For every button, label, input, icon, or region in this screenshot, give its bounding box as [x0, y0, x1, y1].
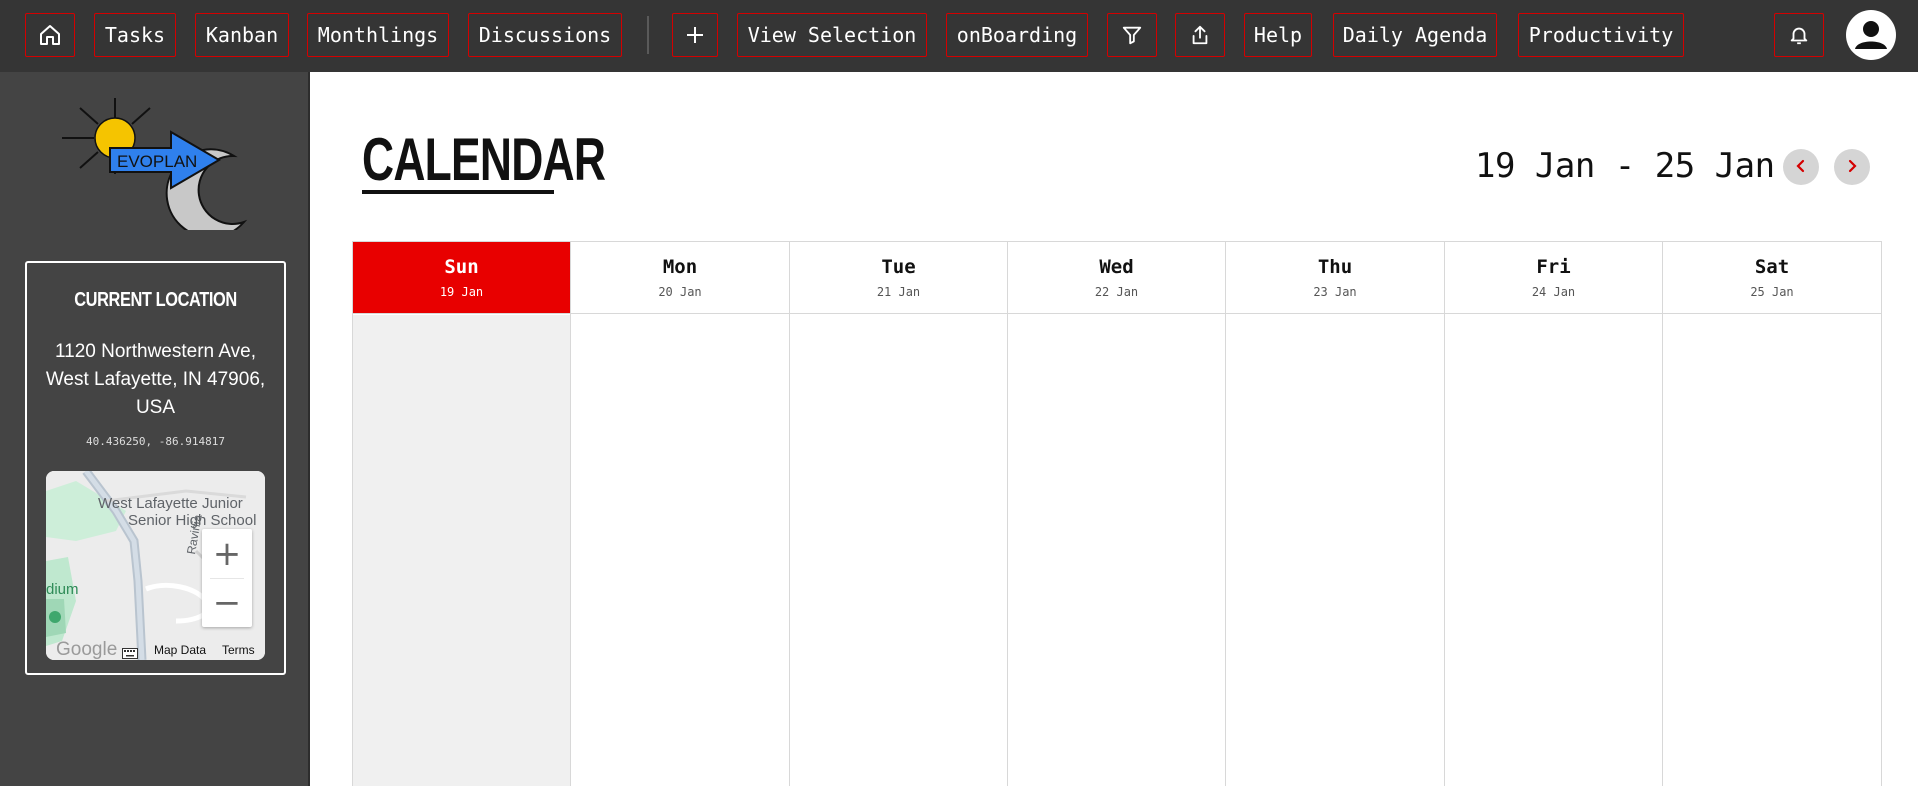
- map-zoom-in-button[interactable]: +: [202, 529, 252, 578]
- share-icon: [1189, 24, 1211, 46]
- page-title: CALENDAR: [362, 126, 606, 193]
- user-icon: [1846, 21, 1896, 60]
- day-column-fri[interactable]: Fri 24 Jan: [1445, 242, 1663, 786]
- day-name: Mon: [662, 256, 698, 278]
- day-body[interactable]: [1226, 315, 1444, 786]
- day-name: Fri: [1536, 256, 1571, 278]
- map-school-label: West Lafayette Junior: [98, 495, 243, 512]
- day-body[interactable]: [1008, 315, 1225, 786]
- day-column-mon[interactable]: Mon 20 Jan: [571, 242, 790, 786]
- day-name: Sat: [1754, 256, 1790, 278]
- next-week-button[interactable]: [1834, 149, 1870, 185]
- nav-kanban[interactable]: Kanban: [195, 13, 289, 57]
- nav-help[interactable]: Help: [1244, 13, 1312, 57]
- top-navigation: Tasks Kanban Monthlings Discussions View…: [0, 0, 1918, 72]
- chevron-right-icon: [1846, 158, 1858, 177]
- day-header: Wed 22 Jan: [1008, 242, 1225, 314]
- previous-week-button[interactable]: [1783, 149, 1819, 185]
- day-date: 19 Jan: [439, 285, 484, 299]
- day-body[interactable]: [1663, 315, 1881, 786]
- home-button[interactable]: [25, 13, 75, 57]
- sidebar: EVOPLAN CURRENT LOCATION 1120 Northweste…: [0, 72, 310, 786]
- day-column-sun[interactable]: Sun 19 Jan: [353, 242, 571, 786]
- nav-divider: [647, 16, 649, 54]
- evoplan-logo[interactable]: EVOPLAN: [58, 94, 254, 239]
- day-header: Tue 21 Jan: [790, 242, 1007, 314]
- day-header: Thu 23 Jan: [1226, 242, 1444, 314]
- day-column-tue[interactable]: Tue 21 Jan: [790, 242, 1008, 786]
- current-location-card: CURRENT LOCATION 1120 Northwestern Ave, …: [25, 261, 286, 675]
- day-body[interactable]: [571, 315, 789, 786]
- day-header: Mon 20 Jan: [571, 242, 789, 314]
- day-date: 20 Jan: [658, 285, 702, 299]
- day-body[interactable]: [790, 315, 1007, 786]
- week-grid: Sun 19 Jan Mon 20 Jan Tue 21 Jan Wed 22 …: [352, 241, 1882, 786]
- day-date: 24 Jan: [1531, 285, 1576, 299]
- nav-monthlings[interactable]: Monthlings: [307, 13, 449, 57]
- day-name: Sun: [444, 256, 479, 278]
- day-header: Sun 19 Jan: [353, 242, 570, 314]
- share-button[interactable]: [1175, 13, 1225, 57]
- day-name: Wed: [1099, 256, 1134, 278]
- chevron-left-icon: [1795, 158, 1807, 177]
- day-date: 21 Jan: [876, 285, 921, 299]
- add-button[interactable]: [672, 13, 718, 57]
- map-data-link[interactable]: Map Data: [154, 643, 206, 657]
- nav-daily-agenda[interactable]: Daily Agenda: [1333, 13, 1497, 57]
- filter-icon: [1121, 24, 1143, 46]
- location-title: CURRENT LOCATION: [74, 289, 237, 311]
- main-content: CALENDAR 19 Jan - 25 Jan Sun 19 Jan Mon …: [312, 72, 1918, 786]
- day-name: Thu: [1317, 256, 1353, 278]
- day-column-thu[interactable]: Thu 23 Jan: [1226, 242, 1445, 786]
- day-column-wed[interactable]: Wed 22 Jan: [1008, 242, 1226, 786]
- nav-onboarding[interactable]: onBoarding: [946, 13, 1088, 57]
- logo-text: EVOPLAN: [117, 152, 197, 171]
- plus-icon: [685, 25, 705, 45]
- nav-view-selection[interactable]: View Selection: [737, 13, 927, 57]
- day-body[interactable]: [1445, 315, 1662, 786]
- day-date: 23 Jan: [1313, 285, 1357, 299]
- google-logo: Google: [56, 639, 118, 660]
- day-date: 22 Jan: [1094, 285, 1139, 299]
- nav-productivity[interactable]: Productivity: [1518, 13, 1684, 57]
- location-map[interactable]: West Lafayette Junior Senior High School…: [46, 471, 265, 660]
- nav-discussions[interactable]: Discussions: [468, 13, 622, 57]
- notifications-button[interactable]: [1774, 13, 1824, 57]
- bell-icon: [1788, 24, 1810, 46]
- map-footer: Google Map Data Terms: [46, 639, 265, 660]
- day-header: Fri 24 Jan: [1445, 242, 1662, 314]
- location-coordinates: 40.436250, -86.914817: [85, 435, 226, 448]
- home-icon: [38, 23, 62, 47]
- map-stadium-label: dium: [46, 581, 79, 598]
- map-zoom-controls: + −: [202, 529, 252, 627]
- map-terms-link[interactable]: Terms: [222, 643, 255, 657]
- nav-tasks[interactable]: Tasks: [94, 13, 176, 57]
- filter-button[interactable]: [1107, 13, 1157, 57]
- location-address: 1120 Northwestern Ave, West Lafayette, I…: [45, 341, 266, 418]
- day-date: 25 Jan: [1750, 285, 1794, 299]
- title-underline: [362, 190, 554, 194]
- day-column-sat[interactable]: Sat 25 Jan: [1663, 242, 1881, 786]
- day-name: Tue: [881, 256, 916, 278]
- user-avatar[interactable]: [1846, 10, 1896, 60]
- week-range: 19 Jan - 25 Jan: [1475, 146, 1775, 186]
- keyboard-icon[interactable]: [122, 644, 138, 660]
- map-zoom-out-button[interactable]: −: [202, 578, 252, 627]
- day-body[interactable]: [353, 315, 570, 786]
- day-header: Sat 25 Jan: [1663, 242, 1881, 314]
